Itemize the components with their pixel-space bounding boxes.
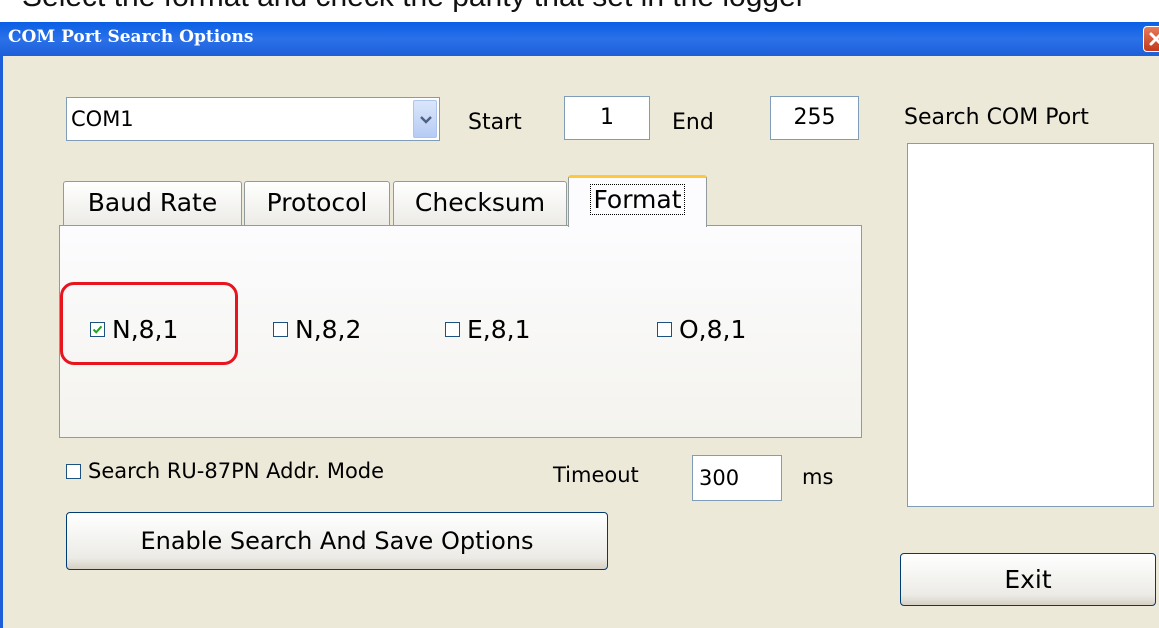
chevron-down-icon [420,116,432,124]
window-title: COM Port Search Options [8,27,254,47]
tab-format-label: Format [590,184,685,215]
title-bar: COM Port Search Options [0,22,1159,56]
timeout-unit: ms [802,465,834,489]
format-option-n82[interactable]: N,8,2 [273,315,361,344]
tab-format[interactable]: Format [568,175,707,227]
tab-checksum[interactable]: Checksum [393,181,567,225]
format-label-o81: O,8,1 [679,315,747,344]
top-caption-strip: Select the format and check the parity t… [0,0,1159,22]
com-port-value: COM1 [71,107,134,131]
search-com-port-label: Search COM Port [904,105,1089,130]
format-checkbox-n81[interactable] [90,322,105,337]
format-checkbox-o81[interactable] [657,322,672,337]
com-port-select[interactable]: COM1 [66,97,440,141]
com-port-dropdown-button[interactable] [413,100,437,138]
format-option-n81[interactable]: N,8,1 [90,315,178,344]
format-option-o81[interactable]: O,8,1 [657,315,746,344]
format-tab-panel: N,8,1 N,8,2 E,8,1 O,8,1 [59,225,862,438]
exit-button[interactable]: Exit [900,553,1156,606]
timeout-input[interactable]: 300 [692,455,782,501]
end-input[interactable]: 255 [770,96,859,140]
close-button[interactable] [1143,26,1159,52]
start-input[interactable]: 1 [564,96,650,140]
top-caption: Select the format and check the parity t… [22,0,806,14]
end-label: End [672,110,714,135]
check-icon [92,325,103,334]
dialog-window: COM Port Search Options COM1 Start 1 End… [0,22,1159,628]
addr-mode-checkbox[interactable] [66,463,81,479]
close-icon [1149,32,1159,46]
timeout-label: Timeout [553,463,639,487]
tab-protocol[interactable]: Protocol [244,181,390,225]
start-label: Start [468,110,522,135]
enable-search-save-button[interactable]: Enable Search And Save Options [66,512,608,570]
addr-mode-option[interactable]: Search RU-87PN Addr. Mode [66,459,384,483]
format-checkbox-n82[interactable] [273,322,288,337]
window-left-border [0,56,3,628]
format-label-e81: E,8,1 [467,315,531,344]
format-label-n82: N,8,2 [295,315,362,344]
format-option-e81[interactable]: E,8,1 [445,315,531,344]
format-checkbox-e81[interactable] [445,322,460,337]
addr-mode-label: Search RU-87PN Addr. Mode [88,459,385,483]
tab-baud-rate[interactable]: Baud Rate [63,181,242,225]
format-label-n81: N,8,1 [112,315,179,344]
search-results-list[interactable] [907,143,1154,507]
